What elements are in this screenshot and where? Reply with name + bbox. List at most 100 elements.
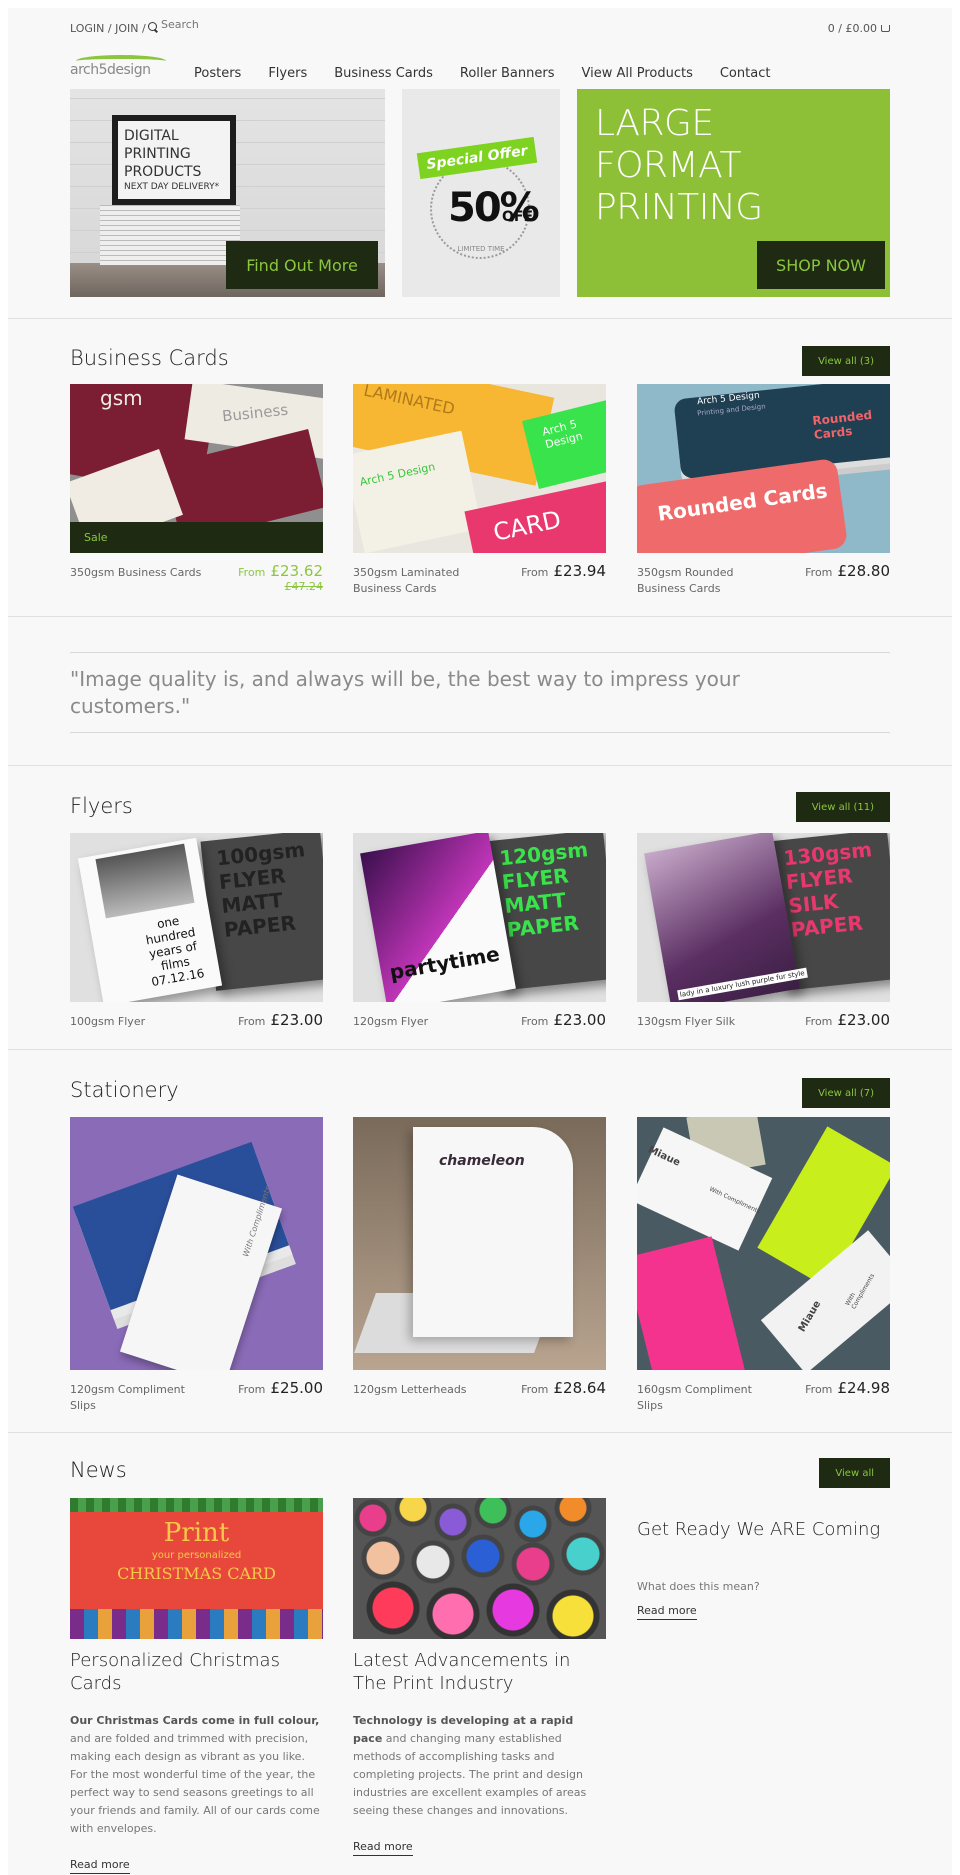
product-image[interactable]: LAMINATED Arch 5 Design Arch 5 Design CA… xyxy=(353,384,606,553)
news-title[interactable]: Get Ready We ARE Coming xyxy=(637,1518,890,1541)
product-image[interactable]: 120gsm FLYER MATT PAPER partytime xyxy=(353,833,606,1002)
product-card[interactable]: gsm Business Sale 350gsm Business Cards … xyxy=(70,384,323,593)
hero-banner-special-offer[interactable]: Special Offer 50% OFF LIMITED TIME xyxy=(402,89,560,297)
flyers-section: Flyers View all (11) 100gsm FLYER MATT P… xyxy=(70,786,890,1048)
product-price: From £23.94 xyxy=(521,561,606,580)
product-price: From £23.00 xyxy=(238,1010,323,1029)
price-from: From xyxy=(238,1015,266,1028)
nav-item-business-cards[interactable]: Business Cards xyxy=(334,66,433,81)
news-image-text: your personalized xyxy=(151,1550,242,1561)
product-image[interactable]: Arch 5 Design Printing and Design Rounde… xyxy=(637,384,890,553)
product-price: From £23.00 xyxy=(805,1010,890,1029)
product-name[interactable]: 100gsm Flyer xyxy=(70,1014,210,1030)
product-card[interactable]: 130gsm FLYER SILK PAPER lady in a luxury… xyxy=(637,833,890,1029)
price-amount: £28.64 xyxy=(553,1379,607,1397)
price-from: From xyxy=(805,1015,833,1028)
card-print-text: gsm xyxy=(100,386,143,410)
nav-menu: Posters Flyers Business Cards Roller Ban… xyxy=(194,66,797,81)
price-amount: £28.80 xyxy=(837,562,891,580)
product-name[interactable]: 350gsm Rounded Business Cards xyxy=(637,565,777,597)
cart-link[interactable]: 0 / £0.00 xyxy=(828,22,890,35)
product-name[interactable]: 120gsm Compliment Slips xyxy=(70,1382,210,1414)
testimonial-quote: "Image quality is, and always will be, t… xyxy=(70,652,890,734)
product-price: From £28.80 xyxy=(805,561,890,580)
product-name[interactable]: 350gsm Business Cards xyxy=(70,565,210,581)
news-title[interactable]: Latest Advancements in The Print Industr… xyxy=(353,1649,606,1695)
quote-rule-top xyxy=(70,652,890,653)
view-all-flyers-button[interactable]: View all (11) xyxy=(795,792,890,822)
hero-banners: DIGITAL PRINTING PRODUCTS NEXT DAY DELIV… xyxy=(70,89,890,297)
product-card[interactable]: Arch 5 Design Printing and Design Rounde… xyxy=(637,384,890,595)
product-name[interactable]: 130gsm Flyer Silk xyxy=(637,1014,777,1030)
read-more-link[interactable]: Read more xyxy=(637,1604,697,1620)
product-price: From £25.00 xyxy=(238,1378,323,1397)
news-title[interactable]: Personalized Christmas Cards xyxy=(70,1649,323,1695)
search-box[interactable] xyxy=(148,18,281,31)
price-amount: £23.00 xyxy=(270,1011,324,1029)
nav-item-view-all-products[interactable]: View All Products xyxy=(581,66,692,81)
product-card[interactable]: 120gsm FLYER MATT PAPER partytime 120gsm… xyxy=(353,833,606,1029)
view-all-business-cards-button[interactable]: View all (3) xyxy=(802,346,890,376)
news-section: News View all Print your personalized CH… xyxy=(70,1450,890,1874)
paper-stack xyxy=(100,205,240,265)
stationery-print-text: chameleon xyxy=(439,1153,525,1169)
product-card[interactable]: 100gsm FLYER MATT PAPER one hundred year… xyxy=(70,833,323,1029)
product-image[interactable]: 100gsm FLYER MATT PAPER one hundred year… xyxy=(70,833,323,1002)
read-more-link[interactable]: Read more xyxy=(70,1858,130,1874)
logo[interactable]: arch5design xyxy=(70,52,170,82)
product-name[interactable]: 350gsm Laminated Business Cards xyxy=(353,565,493,597)
large-format-line: FORMAT xyxy=(595,145,741,186)
quote-rule-bottom xyxy=(70,732,890,733)
read-more-link[interactable]: Read more xyxy=(353,1840,413,1856)
shop-now-button[interactable]: SHOP NOW xyxy=(757,241,885,289)
product-name[interactable]: 120gsm Flyer xyxy=(353,1014,493,1030)
nav-item-contact[interactable]: Contact xyxy=(720,66,771,81)
price-from: From xyxy=(805,566,833,579)
view-all-news-button[interactable]: View all xyxy=(819,1458,890,1488)
news-body: and are folded and trimmed with precisio… xyxy=(70,1732,320,1835)
view-all-stationery-button[interactable]: View all (7) xyxy=(802,1078,890,1108)
product-card[interactable]: LAMINATED Arch 5 Design Arch 5 Design CA… xyxy=(353,384,606,595)
price-from: From xyxy=(521,566,549,579)
large-format-line: LARGE xyxy=(595,103,714,144)
large-format-line: PRINTING xyxy=(595,187,763,228)
section-title: News xyxy=(70,1458,127,1482)
hero-banner-digital-printing[interactable]: DIGITAL PRINTING PRODUCTS NEXT DAY DELIV… xyxy=(70,89,385,297)
nav-item-flyers[interactable]: Flyers xyxy=(268,66,307,81)
flyer-print-text: 100gsm FLYER MATT PAPER xyxy=(215,837,307,942)
main-nav: arch5design Posters Flyers Business Card… xyxy=(70,52,890,82)
product-name[interactable]: 120gsm Letterheads xyxy=(353,1382,493,1398)
stationery-section: Stationery View all (7) With Compliments… xyxy=(70,1070,890,1420)
hero-banner-large-format[interactable]: LARGE FORMAT PRINTING SHOP NOW xyxy=(577,89,890,297)
flyer-print-text: one hundred years of films 07.12.16 xyxy=(144,913,206,990)
news-image[interactable] xyxy=(353,1498,606,1639)
nav-item-roller-banners[interactable]: Roller Banners xyxy=(460,66,555,81)
product-image[interactable]: chameleon xyxy=(353,1117,606,1370)
nav-item-posters[interactable]: Posters xyxy=(194,66,241,81)
product-image[interactable]: 130gsm FLYER SILK PAPER lady in a luxury… xyxy=(637,833,890,1002)
flyer-print-text: 130gsm FLYER SILK PAPER xyxy=(782,837,874,942)
product-card[interactable]: Miaue With Compliments Miaue With Compli… xyxy=(637,1117,890,1412)
product-image[interactable]: gsm Business Sale xyxy=(70,384,323,553)
search-icon[interactable] xyxy=(148,22,157,31)
product-image[interactable]: With Compliments xyxy=(70,1117,323,1370)
product-card[interactable]: With Compliments 120gsm Compliment Slips… xyxy=(70,1117,323,1412)
price-amount: £23.00 xyxy=(837,1011,891,1029)
login-join-link[interactable]: LOGIN / JOIN / xyxy=(70,22,146,35)
price-from: From xyxy=(238,566,266,579)
price-amount: £23.62 xyxy=(270,562,324,580)
product-price: From £28.64 xyxy=(521,1378,606,1397)
search-input[interactable] xyxy=(161,18,281,31)
product-name[interactable]: 160gsm Compliment Slips xyxy=(637,1382,777,1414)
product-card[interactable]: chameleon 120gsm Letterheads From £28.64 xyxy=(353,1117,606,1397)
price-from: From xyxy=(805,1383,833,1396)
page: LOGIN / JOIN / 0 / £0.00 arch5design Pos… xyxy=(8,8,952,1875)
news-lead: Our Christmas Cards come in full colour, xyxy=(70,1714,320,1727)
news-image-text: Print xyxy=(163,1518,230,1548)
news-image[interactable]: Print your personalized CHRISTMAS CARD xyxy=(70,1498,323,1639)
product-price: From £24.98 xyxy=(805,1378,890,1397)
find-out-more-button[interactable]: Find Out More xyxy=(226,241,378,289)
frame-line: DIGITAL xyxy=(124,128,179,144)
product-image[interactable]: Miaue With Compliments Miaue With Compli… xyxy=(637,1117,890,1370)
cart-total: 0 / £0.00 xyxy=(827,22,877,35)
